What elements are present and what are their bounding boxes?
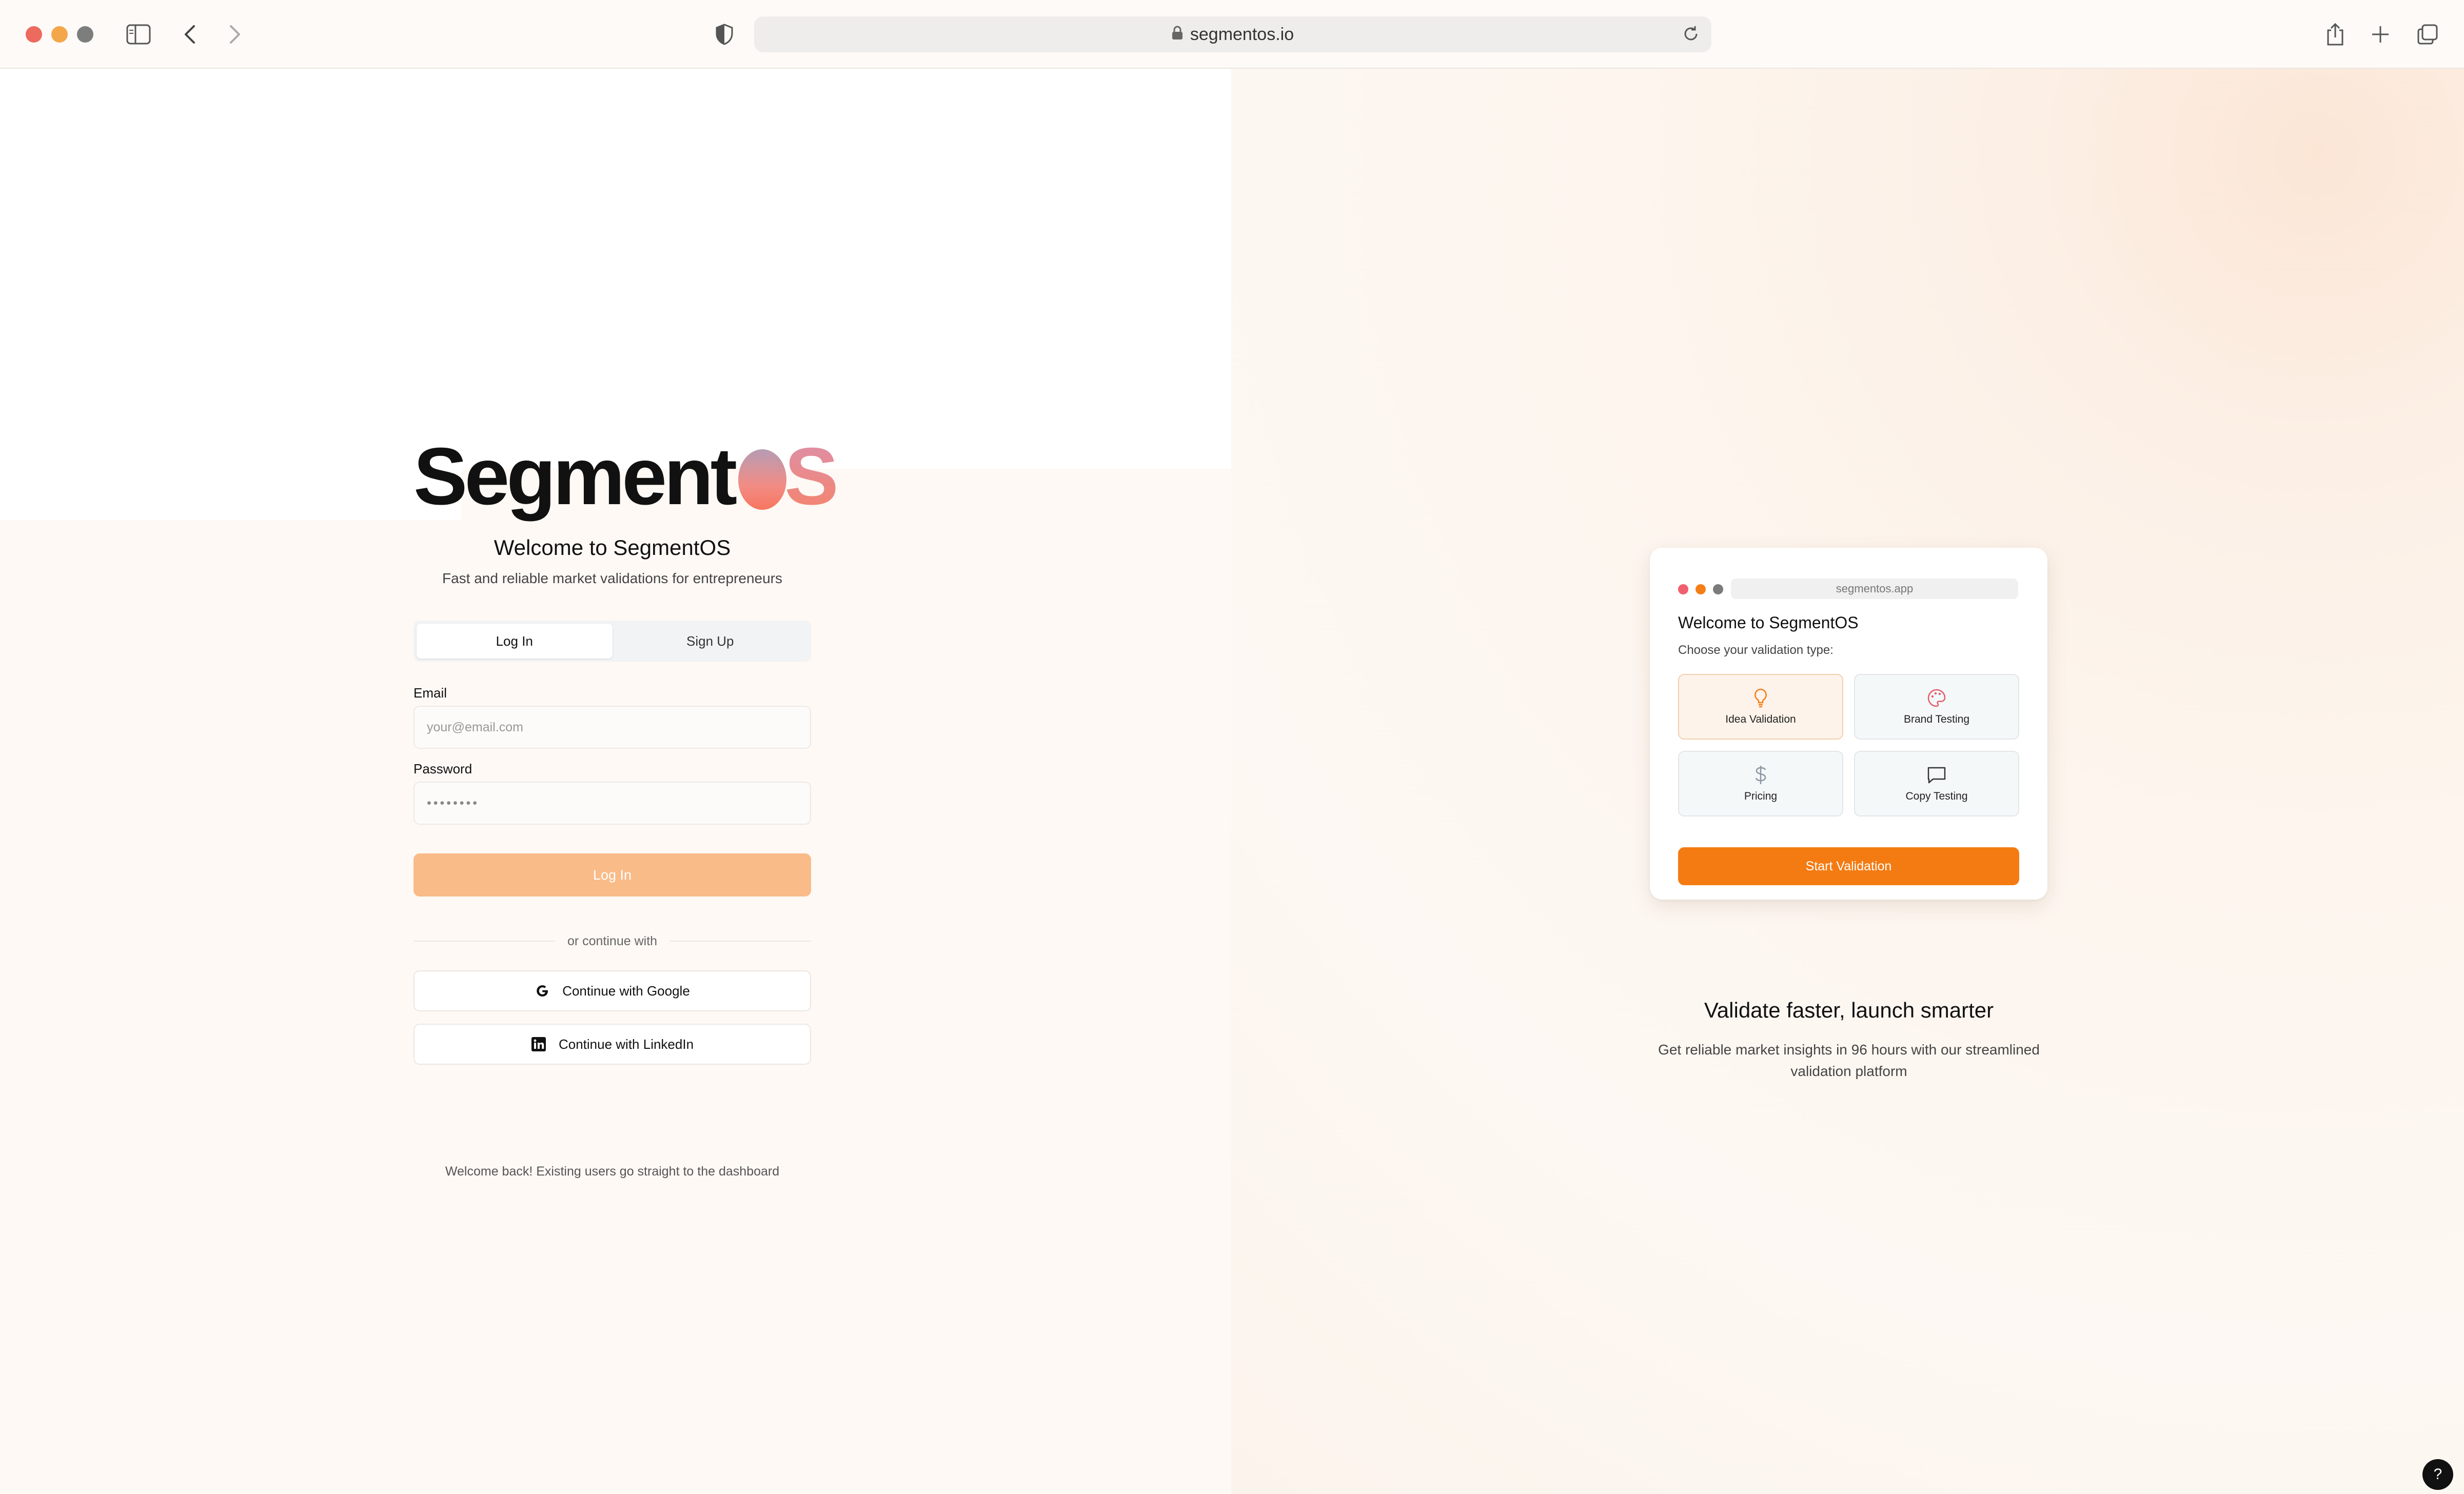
linkedin-button-label: Continue with LinkedIn [558, 1036, 694, 1052]
forward-icon[interactable] [219, 18, 251, 51]
maximize-window-button[interactable] [77, 26, 93, 43]
segmentos-logo: Segment S [413, 431, 839, 522]
linkedin-icon [531, 1037, 546, 1052]
logo-wordmark: Segment [413, 431, 737, 522]
option-pricing: Pricing [1678, 751, 1843, 816]
option-label: Pricing [1744, 790, 1778, 802]
logo-s-mark: S [784, 431, 838, 522]
tab-log-in[interactable]: Log In [417, 624, 613, 659]
google-button-label: Continue with Google [562, 983, 690, 999]
palette-icon [1926, 688, 1947, 708]
logo-o-mark [738, 449, 787, 510]
preview-window-dot [1713, 584, 1723, 594]
message-icon [1926, 765, 1947, 785]
address-bar[interactable]: segmentos.io [754, 16, 1711, 52]
preview-window-dot [1678, 584, 1688, 594]
promo-text: Get reliable market insights in 96 hours… [1658, 1042, 2040, 1079]
option-idea-validation: Idea Validation [1678, 674, 1843, 740]
divider-text: or continue with [567, 933, 658, 948]
tabs-overview-icon[interactable] [2411, 18, 2444, 51]
divider-line [413, 941, 555, 942]
close-window-button[interactable] [26, 26, 42, 43]
minimize-window-button[interactable] [51, 26, 68, 43]
password-label: Password [413, 761, 472, 776]
divider-line [669, 941, 812, 942]
option-label: Brand Testing [1903, 713, 1970, 725]
option-label: Idea Validation [1725, 713, 1796, 725]
backdrop [0, 69, 1231, 469]
preview-subtitle: Choose your validation type: [1678, 643, 1834, 657]
email-field[interactable]: your@email.com [413, 706, 811, 749]
page: Segment S Welcome to SegmentOS Fast and … [0, 69, 2464, 1494]
tagline: Fast and reliable market validations for… [442, 570, 782, 586]
new-tab-icon[interactable] [2364, 18, 2397, 51]
backdrop [0, 469, 462, 520]
share-icon[interactable] [2319, 18, 2352, 51]
url-text: segmentos.io [1190, 24, 1294, 44]
auth-tabs: Log In Sign Up [413, 621, 811, 662]
start-validation-button: Start Validation [1678, 847, 2019, 885]
preview-title: Welcome to SegmentOS [1678, 613, 1859, 632]
option-copy-testing: Copy Testing [1854, 751, 2019, 816]
lightbulb-icon [1750, 688, 1771, 708]
welcome-back-note: Welcome back! Existing users go straight… [445, 1164, 780, 1179]
divider: or continue with [413, 932, 812, 950]
sidebar-icon[interactable] [122, 18, 155, 51]
preview-window-dot [1696, 584, 1706, 594]
lock-icon [1172, 25, 1183, 45]
login-button[interactable]: Log In [413, 853, 811, 897]
google-login-button[interactable]: Continue with Google [413, 970, 811, 1011]
preview-url-bar: segmentos.app [1731, 579, 2018, 599]
shield-icon[interactable] [708, 18, 741, 51]
login-pane: Segment S Welcome to SegmentOS Fast and … [0, 69, 1231, 1494]
tab-sign-up[interactable]: Sign Up [613, 624, 809, 659]
preview-card: segmentos.app Welcome to SegmentOS Choos… [1650, 548, 2047, 900]
browser-toolbar: segmentos.io [0, 0, 2464, 69]
promo-title: Validate faster, launch smarter [1704, 998, 1994, 1022]
linkedin-login-button[interactable]: Continue with LinkedIn [413, 1024, 811, 1065]
back-icon[interactable] [173, 18, 206, 51]
reload-icon[interactable] [1682, 25, 1700, 48]
password-field[interactable]: •••••••• [413, 782, 811, 825]
option-label: Copy Testing [1905, 790, 1968, 802]
dollar-icon [1750, 765, 1771, 785]
email-label: Email [413, 685, 447, 701]
google-icon [535, 983, 550, 999]
welcome-heading: Welcome to SegmentOS [494, 535, 731, 560]
option-brand-testing: Brand Testing [1854, 674, 2019, 740]
help-button[interactable]: ? [2422, 1459, 2453, 1490]
